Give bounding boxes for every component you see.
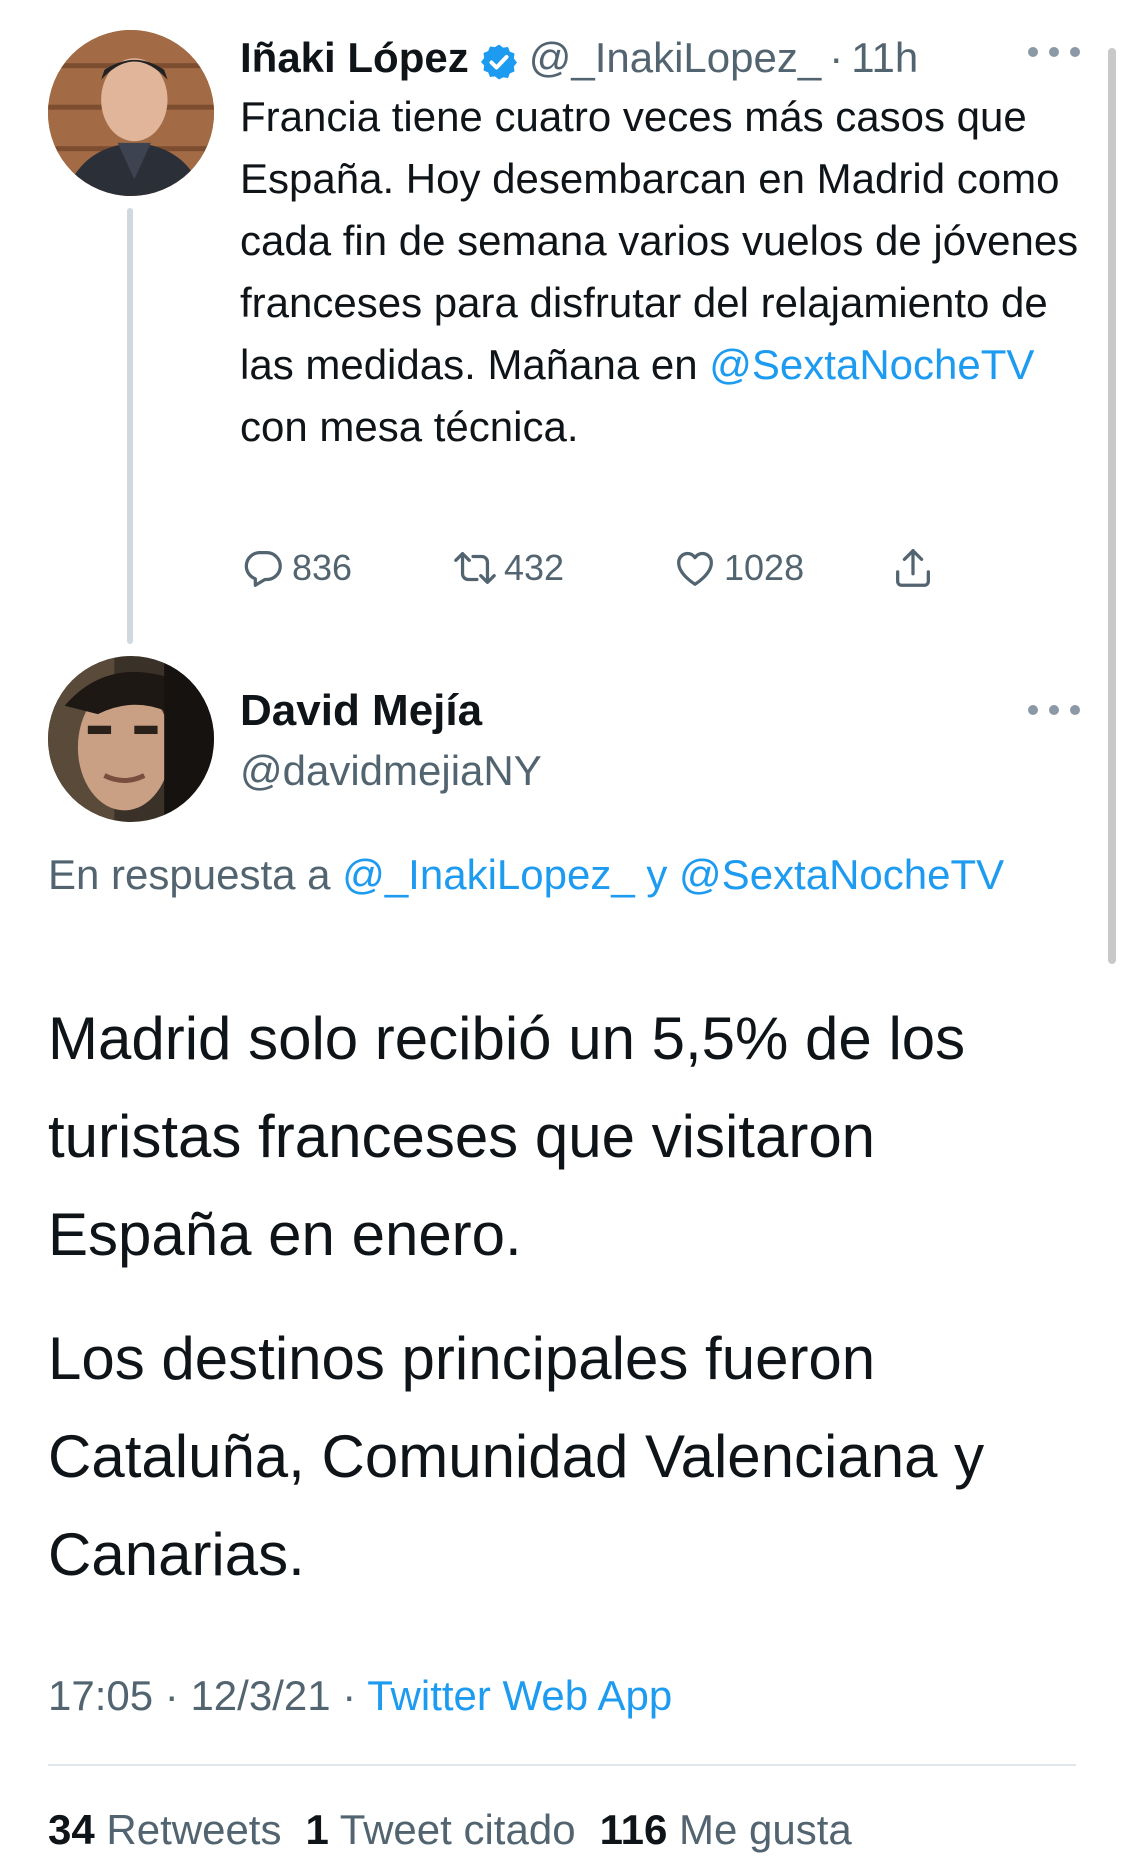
retweets-count: 34: [48, 1806, 95, 1853]
replying-to-line: En respuesta a @_InakiLopez_ y @SextaNoc…: [48, 842, 1048, 908]
retweet-icon: [454, 551, 496, 585]
divider: [48, 1764, 1076, 1766]
engagement-stats: 34 Retweets 1 Tweet citado 116 Me gusta: [48, 1800, 852, 1860]
like-count: 1028: [724, 547, 805, 588]
parent-tweet-header: Iñaki López @_InakiLopez_ · 11h: [240, 28, 918, 88]
replying-to-mention[interactable]: @SextaNocheTV: [679, 851, 1004, 898]
avatar-david-mejia[interactable]: [48, 656, 214, 822]
share-button[interactable]: [890, 538, 936, 598]
separator: ·: [342, 1672, 357, 1719]
share-icon: [896, 549, 930, 587]
replying-to-joiner: y: [634, 851, 680, 898]
tweet-timestamp[interactable]: 17:05: [48, 1672, 153, 1719]
avatar-inaki-lopez[interactable]: [48, 30, 214, 196]
reply-count: 836: [292, 547, 353, 588]
tweet-actions: 836 432 1028: [240, 538, 960, 598]
author-name[interactable]: Iñaki López: [240, 28, 469, 88]
retweets-stat[interactable]: 34 Retweets: [48, 1806, 281, 1853]
retweet-button[interactable]: 432: [452, 538, 564, 598]
replying-to-mention[interactable]: @_InakiLopez_: [342, 851, 635, 898]
reply-author-name[interactable]: David Mejía: [240, 682, 482, 740]
thread-connector-line: [127, 208, 133, 644]
tweet-date[interactable]: 12/3/21: [190, 1672, 330, 1719]
tweet-metadata: 17:05 · 12/3/21 · Twitter Web App: [48, 1666, 672, 1726]
scrollbar[interactable]: [1108, 48, 1116, 964]
author-handle[interactable]: @_InakiLopez_: [529, 28, 822, 88]
retweet-count: 432: [504, 547, 565, 588]
separator: ·: [164, 1672, 179, 1719]
reply-icon: [244, 551, 282, 587]
mention-link[interactable]: @SextaNocheTV: [709, 341, 1034, 388]
tweet-time[interactable]: 11h: [851, 28, 918, 88]
quotes-label: Tweet citado: [339, 1806, 576, 1853]
retweets-label: Retweets: [106, 1806, 282, 1853]
tweet-paragraph: Madrid solo recibió un 5,5% de los turis…: [48, 1005, 966, 1268]
tweet-paragraph: Los destinos principales fueron Cataluña…: [48, 1325, 985, 1588]
separator: ·: [829, 34, 844, 81]
parent-tweet-text: Francia tiene cuatro veces más casos que…: [240, 86, 1080, 458]
reply-tweet-text: Madrid solo recibió un 5,5% de los turis…: [48, 990, 1088, 1604]
tweet-source-link[interactable]: Twitter Web App: [367, 1672, 672, 1719]
reply-button[interactable]: 836: [240, 538, 352, 598]
more-options-icon[interactable]: [1028, 700, 1080, 720]
likes-count: 116: [599, 1806, 668, 1853]
like-button[interactable]: 1028: [672, 538, 804, 598]
likes-stat[interactable]: 116 Me gusta: [600, 1806, 852, 1853]
likes-label: Me gusta: [679, 1806, 852, 1853]
replying-to-label: En respuesta a: [48, 851, 343, 898]
tweet-text-part: con mesa técnica.: [240, 403, 579, 450]
verified-badge-icon: [479, 38, 519, 80]
like-icon: [677, 551, 713, 586]
quotes-count: 1: [305, 1806, 329, 1853]
more-options-icon[interactable]: [1028, 42, 1080, 62]
quotes-stat[interactable]: 1 Tweet citado: [305, 1806, 575, 1853]
reply-author-handle[interactable]: @davidmejiaNY: [240, 742, 542, 800]
